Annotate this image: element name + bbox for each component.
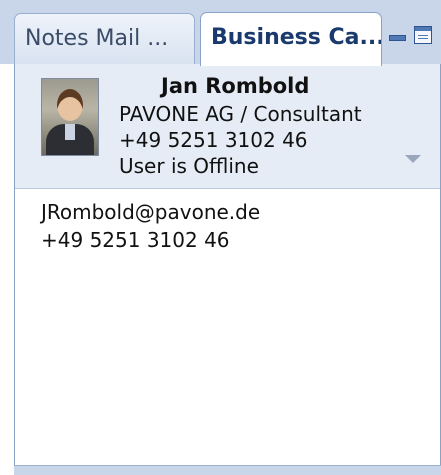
maximize-icon[interactable]	[414, 26, 432, 44]
chevron-down-icon[interactable]	[405, 155, 421, 163]
minimize-icon[interactable]	[389, 26, 407, 44]
tab-business-card[interactable]: Business Ca...	[200, 12, 382, 66]
business-card-content: Jan Rombold PAVONE AG / Consultant +49 5…	[14, 64, 441, 475]
avatar-collar	[65, 124, 75, 140]
contact-company: PAVONE AG / Consultant	[119, 102, 362, 126]
contact-header: Jan Rombold PAVONE AG / Consultant +49 5…	[15, 64, 440, 189]
business-card-panel: Notes Mail ... Business Ca... Jan Rombol…	[0, 0, 441, 475]
tab-notes-mail[interactable]: Notes Mail ...	[14, 13, 195, 65]
avatar	[41, 78, 99, 156]
contact-name: Jan Rombold	[161, 74, 310, 98]
contact-status: User is Offline	[119, 154, 259, 178]
contact-phone: +49 5251 3102 46	[119, 128, 308, 152]
avatar-head	[57, 89, 83, 121]
bottom-border	[14, 465, 441, 475]
tab-strip: Notes Mail ... Business Ca...	[0, 0, 441, 66]
contact-phone-detail: +49 5251 3102 46	[41, 228, 230, 252]
contact-email[interactable]: JRombold@pavone.de	[41, 200, 260, 224]
